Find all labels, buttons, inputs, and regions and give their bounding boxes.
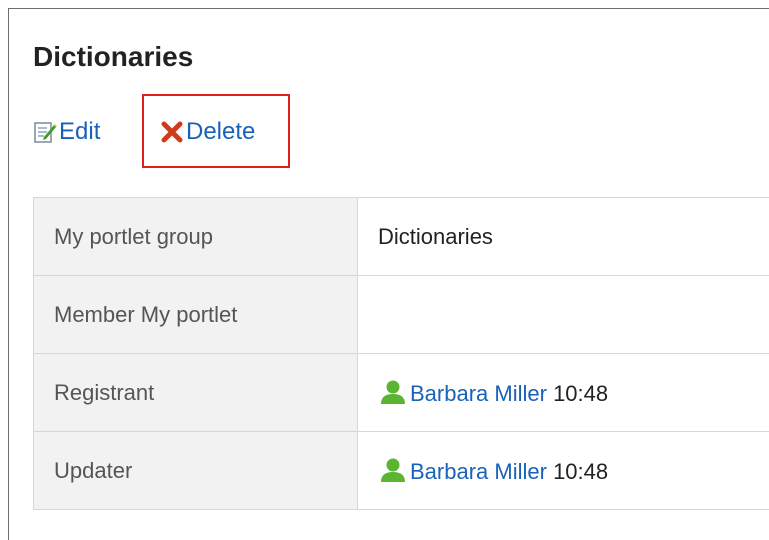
registrant-user-link[interactable]: Barbara Miller <box>410 381 547 406</box>
delete-icon <box>160 120 184 144</box>
updater-value: Barbara Miller 10:48 <box>357 431 769 510</box>
portlet-details-table: My portlet group Dictionaries Member My … <box>33 197 769 510</box>
member-portlet-label: Member My portlet <box>33 275 358 354</box>
table-row: Member My portlet <box>33 275 769 354</box>
table-row: Updater Barbara Miller 10:48 <box>33 431 769 510</box>
portlet-group-label: My portlet group <box>33 197 358 276</box>
table-row: Registrant Barbara Miller 10:48 <box>33 353 769 432</box>
delete-button[interactable]: Delete <box>160 116 255 148</box>
table-row: My portlet group Dictionaries <box>33 197 769 276</box>
registrant-time: 10:48 <box>553 380 609 406</box>
user-icon <box>378 379 408 405</box>
page-title: Dictionaries <box>33 41 194 72</box>
updater-user-link[interactable]: Barbara Miller <box>410 459 547 484</box>
user-icon <box>378 457 408 483</box>
registrant-label: Registrant <box>33 353 358 432</box>
portlet-group-value: Dictionaries <box>357 197 769 276</box>
delete-label: Delete <box>186 118 256 145</box>
member-portlet-value <box>357 275 769 354</box>
registrant-value: Barbara Miller 10:48 <box>357 353 769 432</box>
edit-icon <box>33 120 57 144</box>
updater-label: Updater <box>33 431 358 510</box>
edit-label: Edit <box>59 118 101 145</box>
updater-time: 10:48 <box>553 458 609 484</box>
edit-button[interactable]: Edit <box>33 116 100 148</box>
